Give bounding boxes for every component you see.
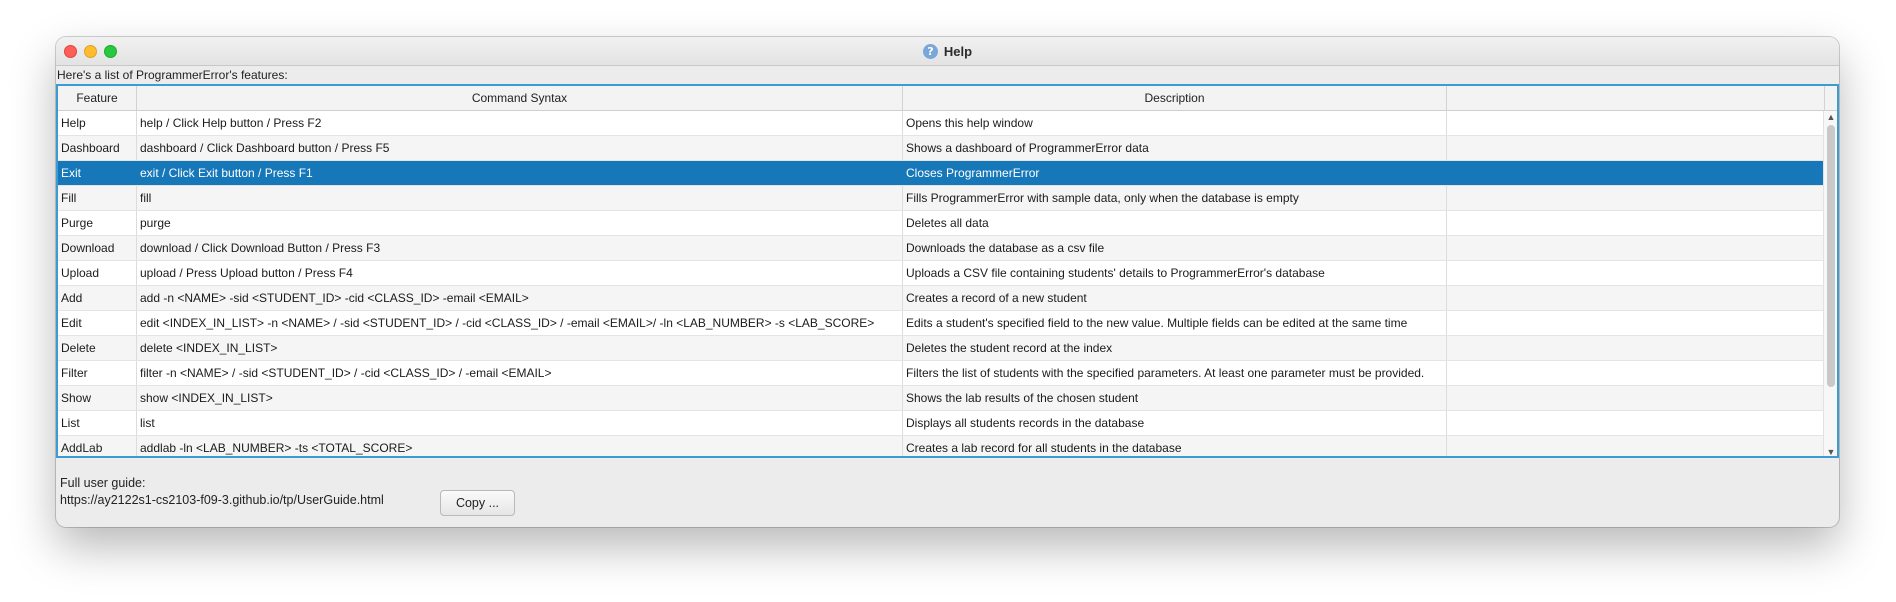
table-row[interactable]: Upload upload / Press Upload button / Pre…	[58, 261, 1825, 286]
command-syntax-cell: help / Click Help button / Press F2	[137, 111, 903, 135]
description-cell: Filters the list of students with the sp…	[903, 361, 1447, 385]
description-cell: Displays all students records in the dat…	[903, 411, 1447, 435]
scroll-up-arrow-icon[interactable]: ▲	[1824, 111, 1837, 123]
help-window: ? Help Here's a list of ProgrammerError'…	[56, 37, 1839, 527]
table-row[interactable]: Dashboard dashboard / Click Dashboard but…	[58, 136, 1825, 161]
command-syntax-cell: download / Click Download Button / Press…	[137, 236, 903, 260]
feature-cell: Add	[58, 286, 137, 310]
description-cell: Edits a student's specified field to the…	[903, 311, 1447, 335]
command-syntax-cell: filter -n <NAME> / -sid <STUDENT_ID> / -…	[137, 361, 903, 385]
extra-cell	[1447, 186, 1825, 210]
table-row[interactable]: Delete delete <INDEX_IN_LIST> Deletes the …	[58, 336, 1825, 361]
table-row[interactable]: List list Displays all students records in…	[58, 411, 1825, 436]
command-syntax-cell: edit <INDEX_IN_LIST> -n <NAME> / -sid <S…	[137, 311, 903, 335]
feature-cell: Exit	[58, 161, 137, 185]
command-syntax-cell: delete <INDEX_IN_LIST>	[137, 336, 903, 360]
description-cell: Creates a record of a new student	[903, 286, 1447, 310]
table-row[interactable]: Show show <INDEX_IN_LIST> Shows the lab re…	[58, 386, 1825, 411]
description-cell: Opens this help window	[903, 111, 1447, 135]
command-syntax-cell: add -n <NAME> -sid <STUDENT_ID> -cid <CL…	[137, 286, 903, 310]
description-cell: Uploads a CSV file containing students' …	[903, 261, 1447, 285]
description-cell: Deletes all data	[903, 211, 1447, 235]
extra-cell	[1447, 261, 1825, 285]
extra-cell	[1447, 336, 1825, 360]
command-syntax-cell: list	[137, 411, 903, 435]
extra-cell	[1447, 436, 1825, 456]
feature-cell: Download	[58, 236, 137, 260]
description-cell: Shows the lab results of the chosen stud…	[903, 386, 1447, 410]
description-cell: Fills ProgrammerError with sample data, …	[903, 186, 1447, 210]
feature-cell: List	[58, 411, 137, 435]
command-syntax-cell: upload / Press Upload button / Press F4	[137, 261, 903, 285]
table-row[interactable]: Add add -n <NAME> -sid <STUDENT_ID> -cid …	[58, 286, 1825, 311]
table-row[interactable]: Filter filter -n <NAME> / -sid <STUDENT_I…	[58, 361, 1825, 386]
extra-cell	[1447, 286, 1825, 310]
description-cell: Creates a lab record for all students in…	[903, 436, 1447, 456]
description-cell: Downloads the database as a csv file	[903, 236, 1447, 260]
table-row[interactable]: Help help / Click Help button / Press F2 O…	[58, 111, 1825, 136]
feature-cell: Edit	[58, 311, 137, 335]
table-body: Help help / Click Help button / Press F2 O…	[58, 111, 1825, 456]
extra-cell	[1447, 361, 1825, 385]
description-cell: Deletes the student record at the index	[903, 336, 1447, 360]
features-table[interactable]: Feature Command Syntax Description Help h…	[56, 84, 1839, 458]
header-description[interactable]: Description	[903, 86, 1447, 111]
window-title-group: ? Help	[56, 37, 1839, 66]
extra-cell	[1447, 236, 1825, 260]
extra-cell	[1447, 111, 1825, 135]
feature-cell: Show	[58, 386, 137, 410]
command-syntax-cell: dashboard / Click Dashboard button / Pre…	[137, 136, 903, 160]
vertical-scrollbar[interactable]: ▲ ▼	[1823, 111, 1837, 456]
feature-cell: AddLab	[58, 436, 137, 456]
feature-cell: Upload	[58, 261, 137, 285]
user-guide-label: Full user guide:	[60, 476, 146, 490]
table-row[interactable]: Fill fill Fills ProgrammerError with sampl…	[58, 186, 1825, 211]
table-header: Feature Command Syntax Description	[58, 86, 1837, 111]
extra-cell	[1447, 136, 1825, 160]
extra-cell	[1447, 211, 1825, 235]
command-syntax-cell: purge	[137, 211, 903, 235]
feature-cell: Delete	[58, 336, 137, 360]
table-row[interactable]: AddLab addlab -ln <LAB_NUMBER> -ts <TOTAL…	[58, 436, 1825, 456]
copy-url-button[interactable]: Copy ...	[440, 490, 515, 516]
feature-cell: Fill	[58, 186, 137, 210]
command-syntax-cell: fill	[137, 186, 903, 210]
extra-cell	[1447, 386, 1825, 410]
user-guide-url: https://ay2122s1-cs2103-f09-3.github.io/…	[60, 493, 384, 507]
table-row[interactable]: Purge purge Deletes all data	[58, 211, 1825, 236]
feature-cell: Purge	[58, 211, 137, 235]
header-feature[interactable]: Feature	[58, 86, 137, 111]
title-bar[interactable]: ? Help	[56, 37, 1839, 66]
table-row[interactable]: Download download / Click Download Button…	[58, 236, 1825, 261]
intro-text: Here's a list of ProgrammerError's featu…	[57, 68, 288, 82]
extra-cell	[1447, 161, 1825, 185]
question-mark-icon: ?	[922, 44, 938, 59]
table-row[interactable]: Exit exit / Click Exit button / Press F1 C…	[58, 161, 1825, 186]
extra-cell	[1447, 411, 1825, 435]
table-row[interactable]: Edit edit <INDEX_IN_LIST> -n <NAME> / -si…	[58, 311, 1825, 336]
header-extra[interactable]	[1447, 86, 1825, 111]
header-command-syntax[interactable]: Command Syntax	[137, 86, 903, 111]
description-cell: Shows a dashboard of ProgrammerError dat…	[903, 136, 1447, 160]
description-cell: Closes ProgrammerError	[903, 161, 1447, 185]
extra-cell	[1447, 311, 1825, 335]
command-syntax-cell: exit / Click Exit button / Press F1	[137, 161, 903, 185]
window-title: Help	[943, 44, 973, 59]
scrollbar-thumb[interactable]	[1827, 125, 1835, 387]
feature-cell: Help	[58, 111, 137, 135]
scroll-down-arrow-icon[interactable]: ▼	[1824, 446, 1837, 456]
command-syntax-cell: addlab -ln <LAB_NUMBER> -ts <TOTAL_SCORE…	[137, 436, 903, 456]
feature-cell: Filter	[58, 361, 137, 385]
command-syntax-cell: show <INDEX_IN_LIST>	[137, 386, 903, 410]
feature-cell: Dashboard	[58, 136, 137, 160]
